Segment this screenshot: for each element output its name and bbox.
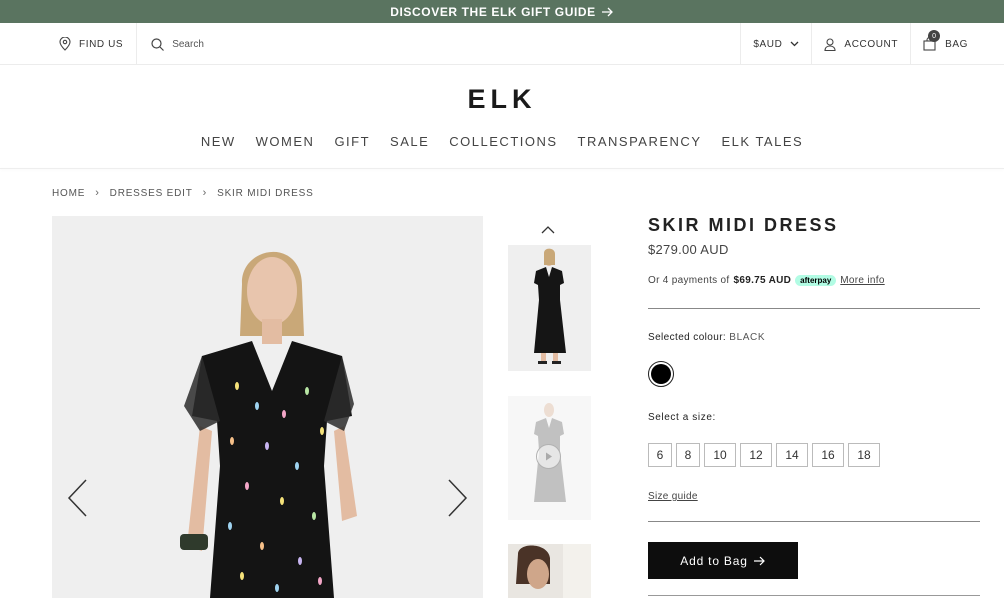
divider — [648, 308, 980, 309]
nav-item-sale[interactable]: SALE — [380, 134, 439, 149]
product-main-image[interactable] — [52, 216, 483, 598]
selected-colour-value: BLACK — [729, 332, 766, 343]
nav-item-women[interactable]: WOMEN — [246, 134, 325, 149]
nav-item-collections[interactable]: COLLECTIONS — [439, 134, 567, 149]
chevron-right-icon: › — [95, 187, 100, 199]
thumbnail-2-video[interactable] — [508, 396, 591, 520]
swatch-fill — [651, 364, 671, 384]
chevron-down-icon — [790, 41, 799, 47]
add-to-bag-label: Add to Bag — [680, 553, 748, 568]
size-option[interactable]: 16 — [812, 443, 844, 467]
nav-item-elk-tales[interactable]: ELK TALES — [712, 134, 814, 149]
colour-swatch-black[interactable] — [648, 361, 674, 387]
size-option[interactable]: 10 — [704, 443, 736, 467]
model-photo — [52, 216, 483, 598]
divider — [648, 595, 980, 596]
product-price: $279.00 AUD — [648, 242, 729, 257]
size-guide-link[interactable]: Size guide — [648, 491, 698, 502]
currency-label: $AUD — [753, 38, 783, 50]
brand-logo[interactable]: ELK — [0, 84, 1004, 115]
size-option[interactable]: 18 — [848, 443, 880, 467]
selected-colour: Selected colour: BLACK — [648, 332, 765, 343]
main-nav: NEW WOMEN GIFT SALE COLLECTIONS TRANSPAR… — [0, 134, 1004, 149]
chevron-right-icon: › — [202, 187, 208, 199]
product-title: SKIR MIDI DRESS — [648, 215, 839, 235]
search-icon[interactable] — [151, 37, 165, 51]
account-link[interactable]: ACCOUNT — [811, 23, 910, 65]
bag-icon: 0 — [923, 30, 941, 51]
nav-item-transparency[interactable]: TRANSPARENCY — [568, 134, 712, 149]
chevron-left-icon[interactable] — [66, 478, 88, 518]
bag-link[interactable]: 0 BAG — [910, 23, 980, 65]
breadcrumb-dresses-edit[interactable]: DRESSES EDIT — [110, 188, 193, 199]
breadcrumb-home[interactable]: HOME — [52, 188, 85, 199]
header-divider — [0, 168, 1004, 169]
afterpay-prefix: Or 4 payments of — [648, 275, 730, 286]
selected-colour-label: Selected colour: — [648, 332, 727, 343]
find-us-label: FIND US — [79, 38, 124, 50]
account-label: ACCOUNT — [844, 38, 899, 50]
bag-count-badge: 0 — [928, 30, 941, 42]
afterpay-info: Or 4 payments of $69.75 AUD afterpay Mor… — [648, 275, 885, 286]
breadcrumb: HOME › DRESSES EDIT › SKIR MIDI DRESS — [52, 187, 314, 199]
currency-selector[interactable]: $AUD — [740, 23, 811, 65]
thumbnail-photo — [508, 544, 591, 598]
find-us-link[interactable]: FIND US — [0, 23, 138, 65]
chevron-up-icon[interactable] — [541, 225, 555, 235]
announcement-text[interactable]: DISCOVER THE ELK GIFT GUIDE — [390, 5, 596, 19]
size-selector: 6 8 10 12 14 16 18 — [648, 443, 880, 467]
arrow-right-icon — [753, 556, 765, 565]
arrow-right-icon — [601, 7, 613, 16]
afterpay-amount: $69.75 AUD — [733, 275, 792, 286]
thumbnail-photo — [508, 245, 591, 371]
size-option[interactable]: 12 — [740, 443, 772, 467]
bag-label: BAG — [945, 38, 968, 50]
divider — [648, 521, 980, 522]
announcement-bar[interactable]: DISCOVER THE ELK GIFT GUIDE — [0, 0, 1004, 23]
add-to-bag-button[interactable]: Add to Bag — [648, 542, 798, 579]
play-icon[interactable] — [536, 444, 561, 469]
utility-bar: FIND US $AUD ACCOUNT 0 BAG — [0, 23, 1004, 65]
size-option[interactable]: 8 — [676, 443, 700, 467]
search-input[interactable] — [172, 38, 293, 50]
search-box[interactable] — [137, 23, 293, 65]
breadcrumb-current: SKIR MIDI DRESS — [217, 187, 314, 199]
size-label: Select a size: — [648, 412, 716, 423]
thumbnail-3[interactable] — [508, 544, 591, 598]
location-pin-icon — [59, 37, 71, 51]
user-icon — [824, 37, 836, 51]
afterpay-logo: afterpay — [795, 275, 837, 286]
afterpay-more-info-link[interactable]: More info — [840, 275, 884, 286]
nav-item-gift[interactable]: GIFT — [324, 134, 380, 149]
chevron-right-icon[interactable] — [447, 478, 469, 518]
size-option[interactable]: 14 — [776, 443, 808, 467]
thumbnail-1[interactable] — [508, 245, 591, 371]
size-option[interactable]: 6 — [648, 443, 672, 467]
nav-item-new[interactable]: NEW — [191, 134, 246, 149]
